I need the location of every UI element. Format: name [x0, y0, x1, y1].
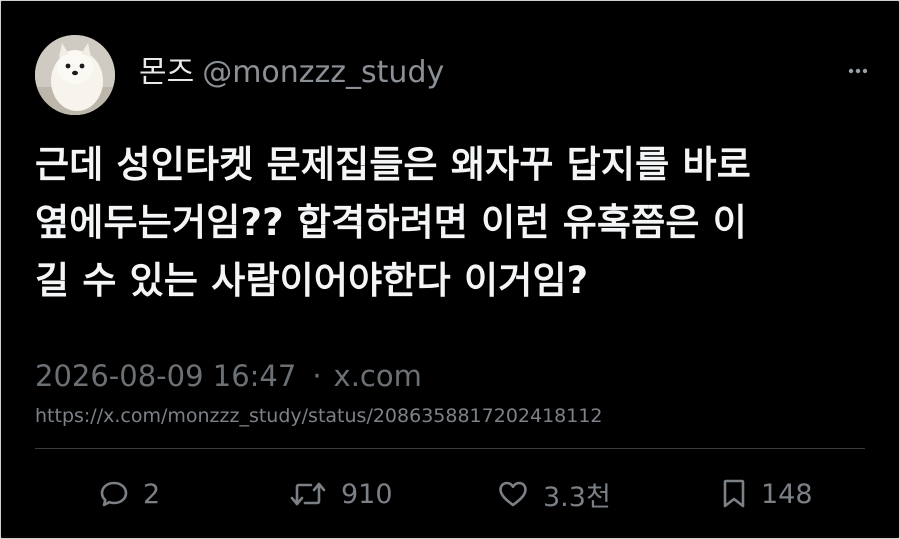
display-name[interactable]: 몬즈 — [139, 55, 194, 90]
tweet-line: 길 수 있는 사람이어야한다 이거임? — [35, 259, 589, 302]
source-label: x.com — [333, 359, 422, 393]
puppy-avatar-icon — [35, 35, 115, 115]
retweet-icon — [290, 482, 326, 506]
reply-count: 2 — [143, 478, 161, 510]
more-options-button[interactable] — [847, 63, 869, 79]
retweet-count: 910 — [341, 478, 393, 510]
tweet-card: 몬즈 @monzzz_study 근데 성인타켓 문제집들은 왜자꾸 답지를 바로… — [0, 0, 900, 539]
avatar[interactable] — [35, 35, 115, 115]
timestamp[interactable]: 2026-08-09 16:47 — [35, 359, 296, 393]
tweet-line: 근데 성인타켓 문제집들은 왜자꾸 답지를 바로 — [35, 143, 751, 186]
divider — [35, 448, 865, 449]
reply-button[interactable]: 2 — [99, 475, 160, 513]
user-handle[interactable]: @monzzz_study — [202, 55, 444, 90]
bookmark-button[interactable]: 148 — [721, 475, 813, 513]
tweet-meta: 2026-08-09 16:47 · x.com — [35, 357, 422, 395]
bookmark-icon — [723, 479, 745, 508]
status-url[interactable]: https://x.com/monzzz_study/status/208635… — [35, 403, 603, 429]
like-count: 3.3천 — [543, 481, 611, 513]
more-dots-icon — [848, 68, 868, 74]
like-button[interactable]: 3.3천 — [497, 475, 611, 513]
retweet-button[interactable]: 910 — [289, 475, 393, 513]
heart-icon — [499, 481, 527, 507]
bookmark-count: 148 — [761, 478, 813, 510]
reply-bubble-icon — [100, 481, 128, 507]
user-header: 몬즈 @monzzz_study — [139, 53, 444, 93]
tweet-text: 근데 성인타켓 문제집들은 왜자꾸 답지를 바로 옆에두는거임?? 합격하려면 … — [35, 136, 855, 310]
tweet-line: 옆에두는거임?? 합격하려면 이런 유혹쯤은 이 — [35, 201, 747, 244]
meta-separator: · — [312, 359, 322, 393]
